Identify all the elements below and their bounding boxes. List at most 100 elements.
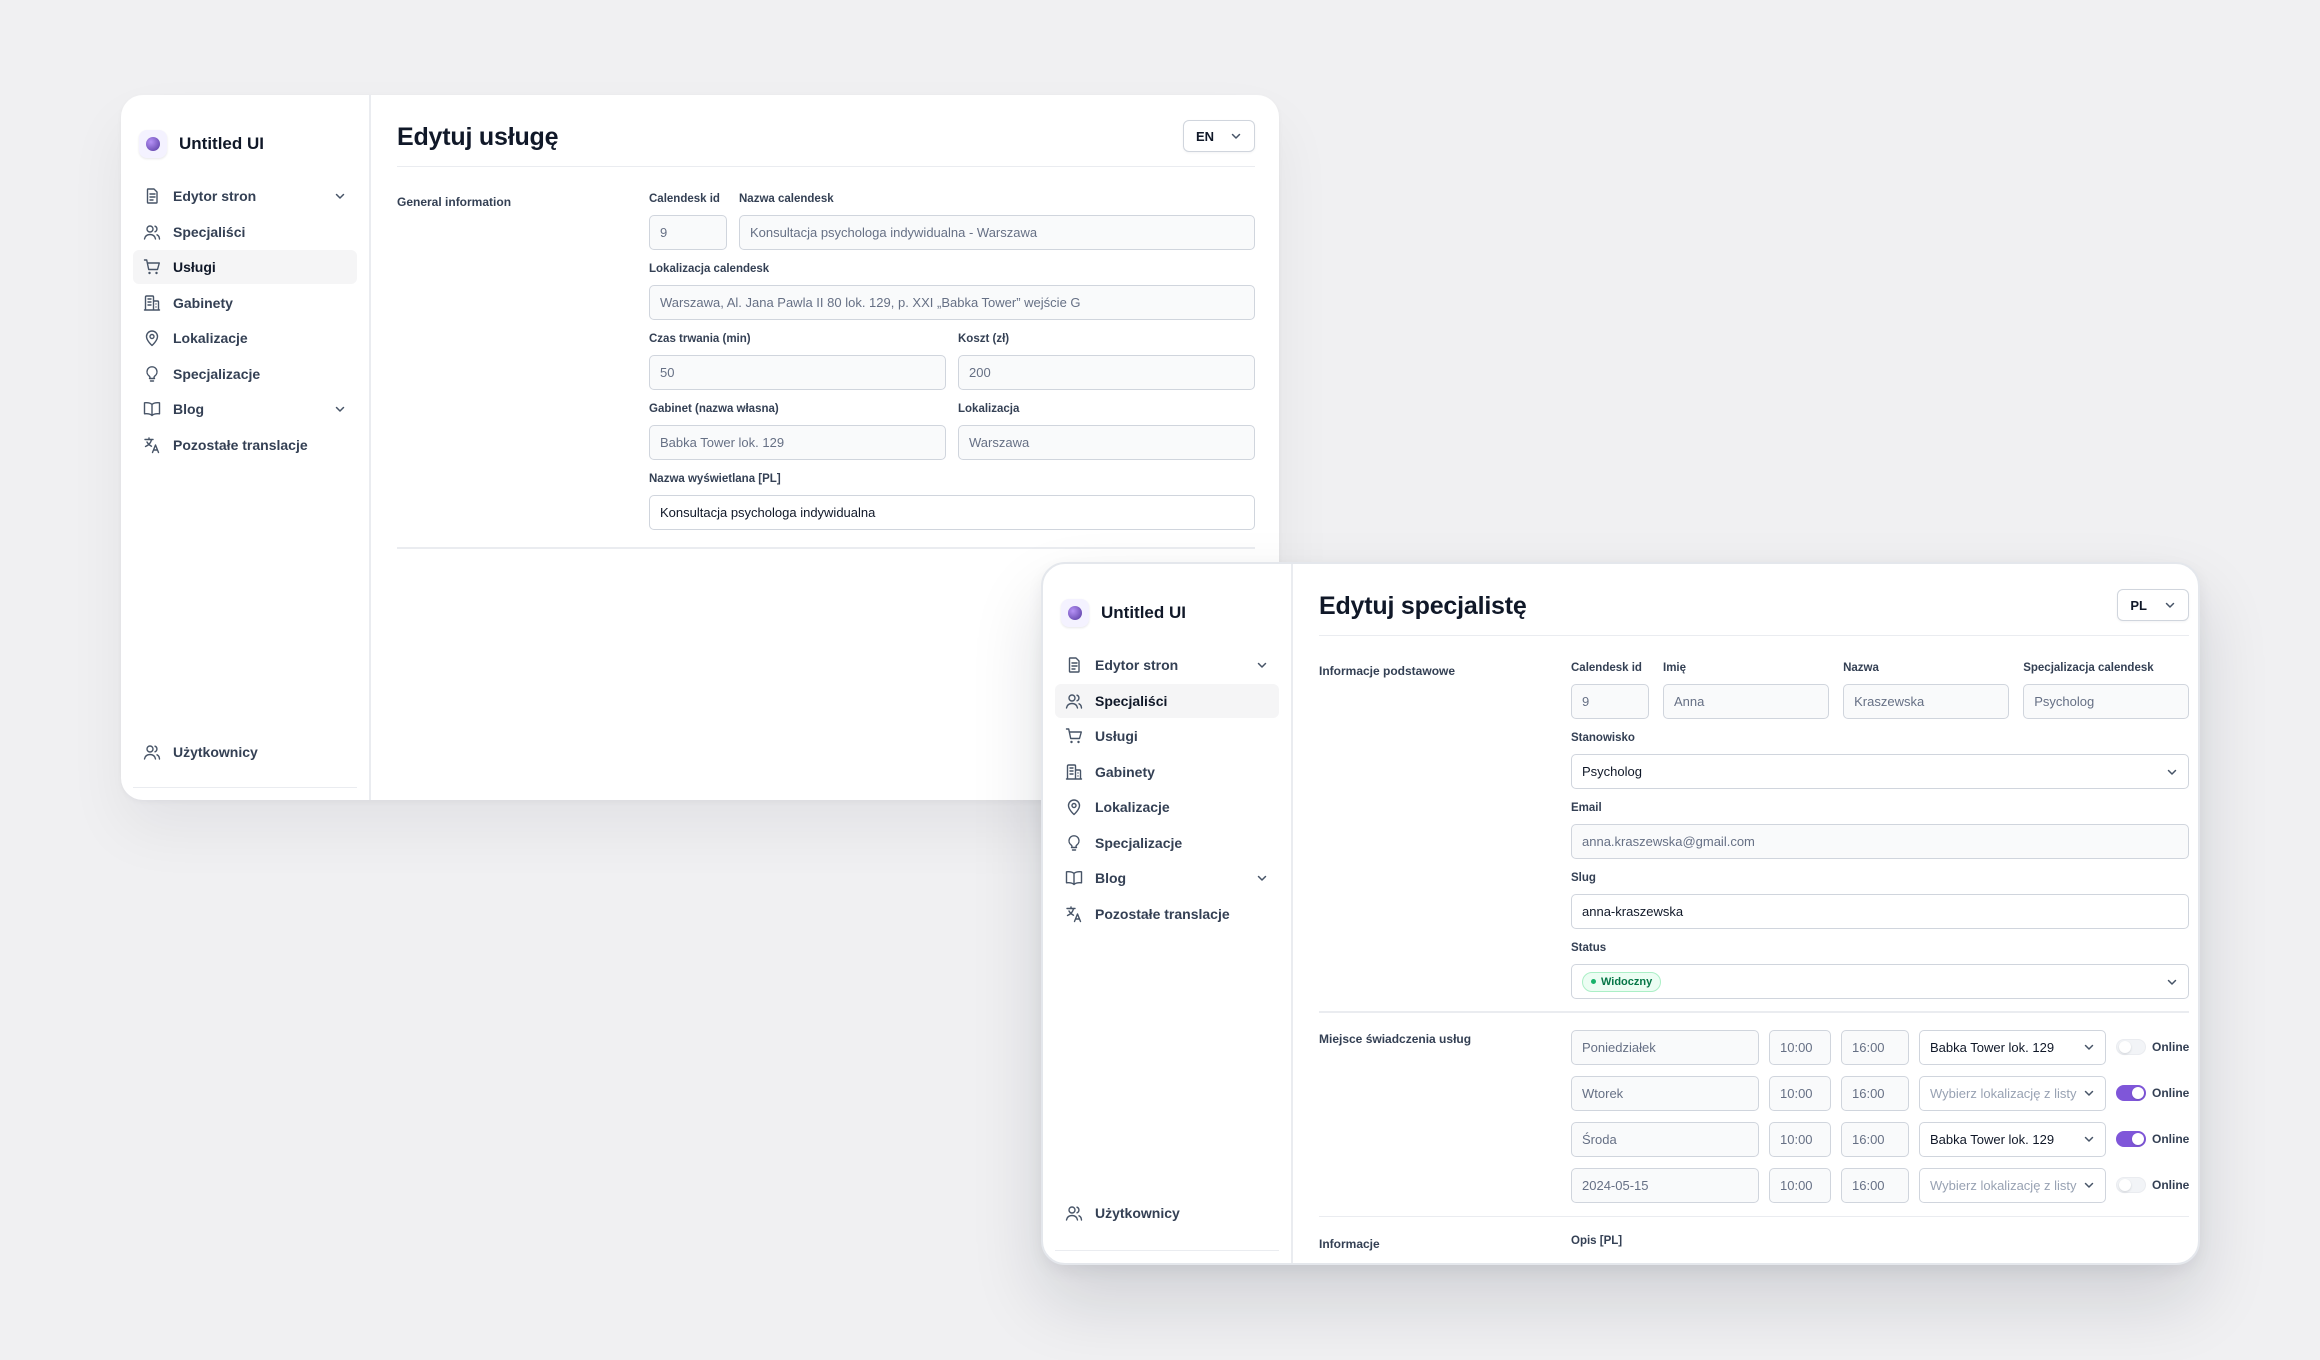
calendesk-id-field-group: Calendesk id 9 xyxy=(1571,662,1649,719)
sidebar-item-label: Użytkownicy xyxy=(173,743,258,760)
users-icon xyxy=(1065,692,1083,710)
email-field[interactable]: anna.kraszewska@gmail.com xyxy=(1571,824,2190,859)
sidebar-item-uslugi[interactable]: Usługi xyxy=(1055,719,1279,753)
location-select[interactable]: Wybierz lokalizację z listy xyxy=(1919,1167,2106,1203)
lokalizacja-calendesk-field[interactable]: Warszawa, Al. Jana Pawla II 80 lok. 129,… xyxy=(649,285,1255,320)
time-to-field[interactable]: 16:00 xyxy=(1841,1167,1909,1203)
field-label: Lokalizacja xyxy=(958,403,1020,415)
users-icon xyxy=(143,743,161,761)
sidebar-item-pozostale-translacje[interactable]: Pozostałe translacje xyxy=(133,428,357,462)
brand-name: Untitled UI xyxy=(1101,603,1186,622)
sidebar-item-uzytkownicy[interactable]: Użytkownicy xyxy=(133,735,357,769)
sidebar-item-gabinety[interactable]: Gabinety xyxy=(1055,755,1279,789)
logo-icon xyxy=(1061,599,1089,627)
schedule-row: Wtorek 10:00 16:00 Wybierz lokalizację z li… xyxy=(1571,1075,2189,1111)
field-label: Stanowisko xyxy=(1571,732,1635,744)
sidebar-nav: Edytor stron Specjaliści Usługi Gabinety Lok… xyxy=(1043,636,1291,931)
map-pin-icon xyxy=(1065,798,1083,816)
sidebar-item-blog[interactable]: Blog xyxy=(1055,861,1279,895)
location-select[interactable]: Wybierz lokalizację z listy xyxy=(1919,1075,2106,1111)
online-toggle[interactable] xyxy=(2116,1177,2146,1193)
sidebar-bottom-nav: Użytkownicy xyxy=(133,735,357,771)
nazwa-field[interactable]: Kraszewska xyxy=(1843,684,2010,719)
calendesk-id-field[interactable]: 9 xyxy=(649,215,727,250)
main-content: Edytuj specjalistę PL Informacje podstaw… xyxy=(1293,564,2198,1263)
day-field[interactable]: Środa xyxy=(1571,1121,1759,1157)
slug-field[interactable]: anna-kraszewska xyxy=(1571,894,2190,929)
field-label: Status xyxy=(1571,942,1607,954)
lokalizacja-field-group: Lokalizacja Warszawa xyxy=(958,403,1255,460)
czas-trwania-field[interactable]: 50 xyxy=(649,355,946,390)
users-icon xyxy=(1065,1204,1083,1222)
time-to-field[interactable]: 16:00 xyxy=(1841,1029,1909,1065)
page-header: Edytuj specjalistę PL xyxy=(1319,564,2190,636)
online-toggle[interactable] xyxy=(2116,1039,2146,1055)
cart-icon xyxy=(143,258,161,276)
imie-field[interactable]: Anna xyxy=(1663,684,1830,719)
sidebar-item-label: Blog xyxy=(1095,870,1127,886)
online-toggle[interactable] xyxy=(2116,1085,2146,1101)
location-select[interactable]: Babka Tower lok. 129 xyxy=(1919,1121,2106,1157)
sidebar-item-pozostale-translacje[interactable]: Pozostałe translacje xyxy=(1055,897,1279,931)
sidebar-item-specjalisci[interactable]: Specjaliści xyxy=(133,215,357,249)
calendesk-id-field[interactable]: 9 xyxy=(1571,684,1649,719)
schedule-row: Poniedziałek 10:00 16:00 Babka Tower lok. 1… xyxy=(1571,1029,2189,1065)
location-select[interactable]: Babka Tower lok. 129 xyxy=(1919,1029,2106,1065)
lightbulb-icon xyxy=(143,365,161,383)
time-from-field[interactable]: 10:00 xyxy=(1769,1075,1831,1111)
chevron-down-icon xyxy=(2166,602,2175,608)
sidebar-item-edytor-stron[interactable]: Edytor stron xyxy=(1055,648,1279,682)
time-from-field[interactable]: 10:00 xyxy=(1769,1167,1831,1203)
users-icon xyxy=(143,223,161,241)
field-label: Imię xyxy=(1663,662,1687,674)
nazwa-calendesk-field[interactable]: Konsultacja psychologa indywidualna - Wa… xyxy=(739,215,1255,250)
time-to-field[interactable]: 16:00 xyxy=(1841,1075,1909,1111)
translate-icon xyxy=(1065,905,1083,923)
sidebar-item-specjalizacje[interactable]: Specjalizacje xyxy=(1055,826,1279,860)
sidebar-item-lokalizacje[interactable]: Lokalizacje xyxy=(1055,790,1279,824)
sidebar-divider xyxy=(1055,1249,1279,1251)
sidebar-item-edytor-stron[interactable]: Edytor stron xyxy=(133,179,357,213)
section-title: Informacje podstawowe xyxy=(1319,664,1456,678)
sidebar-item-specjalizacje[interactable]: Specjalizacje xyxy=(133,357,357,391)
page-header: Edytuj usługę EN xyxy=(397,95,1255,167)
specjalizacja-field-group: Specjalizacja calendesk Psycholog xyxy=(2023,662,2190,719)
sidebar-item-blog[interactable]: Blog xyxy=(133,392,357,426)
sidebar-item-uzytkownicy[interactable]: Użytkownicy xyxy=(1055,1196,1279,1230)
cart-icon xyxy=(1065,727,1083,745)
select-value: Wybierz lokalizację z listy xyxy=(1930,1085,2077,1101)
sidebar-item-label: Specjalizacje xyxy=(1095,834,1183,851)
sidebar-item-lokalizacje[interactable]: Lokalizacje xyxy=(133,321,357,355)
schedule-row: Środa 10:00 16:00 Babka Tower lok. 129 Onlin… xyxy=(1571,1121,2189,1157)
brand[interactable]: Untitled UI xyxy=(121,95,369,167)
day-field[interactable]: Poniedziałek xyxy=(1571,1029,1759,1065)
sidebar-item-specjalisci[interactable]: Specjaliści xyxy=(1055,683,1279,718)
online-toggle[interactable] xyxy=(2116,1131,2146,1147)
language-select[interactable]: PL xyxy=(2117,589,2190,621)
field-label: Calendesk id xyxy=(649,193,720,205)
czas-trwania-field-group: Czas trwania (min) 50 xyxy=(649,333,946,390)
field-label: Email xyxy=(1571,802,1602,814)
time-to-field[interactable]: 16:00 xyxy=(1841,1121,1909,1157)
koszt-field[interactable]: 200 xyxy=(958,355,1255,390)
document-icon xyxy=(143,187,161,205)
lokalizacja-field[interactable]: Warszawa xyxy=(958,425,1255,460)
chevron-down-icon xyxy=(335,406,345,412)
status-badge: Widoczny xyxy=(1582,971,1662,992)
map-pin-icon xyxy=(143,329,161,347)
sidebar-item-uslugi[interactable]: Usługi xyxy=(133,250,357,284)
gabinet-field[interactable]: Babka Tower lok. 129 xyxy=(649,425,946,460)
time-from-field[interactable]: 10:00 xyxy=(1769,1121,1831,1157)
stanowisko-select[interactable]: Psycholog xyxy=(1571,754,2190,789)
status-select[interactable]: Widoczny xyxy=(1571,964,2190,999)
online-toggle-group: Online xyxy=(2116,1122,2189,1157)
field-label: Koszt (zł) xyxy=(958,333,1010,345)
day-field[interactable]: 2024-05-15 xyxy=(1571,1167,1759,1203)
brand[interactable]: Untitled UI xyxy=(1043,564,1291,636)
time-from-field[interactable]: 10:00 xyxy=(1769,1029,1831,1065)
specjalizacja-field[interactable]: Psycholog xyxy=(2023,684,2190,719)
sidebar-item-gabinety[interactable]: Gabinety xyxy=(133,286,357,320)
day-field[interactable]: Wtorek xyxy=(1571,1075,1759,1111)
nazwa-wyswietlana-field[interactable]: Konsultacja psychologa indywidualna xyxy=(649,495,1255,530)
language-select[interactable]: EN xyxy=(1183,120,1255,152)
